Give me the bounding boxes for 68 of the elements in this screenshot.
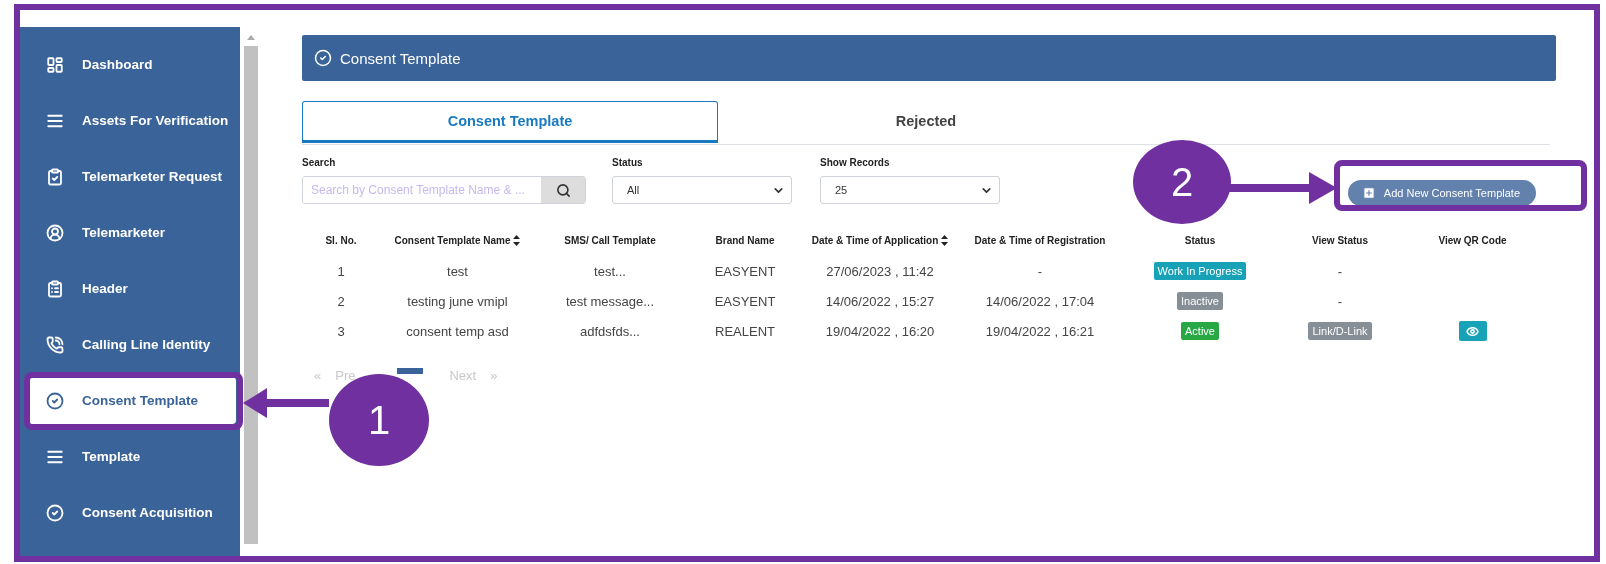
page-number-button[interactable] [397,368,424,374]
column-header: SMS/ Call Template [563,233,657,248]
search-button[interactable] [541,177,585,203]
field-label: Show Records [820,157,891,168]
tab[interactable]: Rejected [718,101,1134,144]
check-circle-icon [46,503,64,522]
clipboard-icon [46,279,64,298]
table-cell: - [1037,263,1043,279]
table-cell: test message... [565,293,655,309]
search-field[interactable]: Search by Consent Template Name & ... [302,176,586,204]
column-header: Brand Name [714,233,776,248]
sidebar-item[interactable]: Header [24,265,236,312]
column-header: Date & Time of Registration [973,233,1107,248]
check-circle-icon [46,391,64,410]
table-cell: test [447,263,468,279]
link-badge[interactable]: Link/D-Link [1308,322,1372,340]
scrollbar[interactable] [244,46,258,544]
view-qr-button[interactable] [1458,321,1487,341]
sidebar-item[interactable]: Telemarketer Request [24,153,236,200]
status-select[interactable]: All [612,176,792,204]
check-circle-icon [314,49,332,67]
sidebar-item[interactable]: Assets For Verification [24,97,236,144]
table-cell: 14/06/2022 , 17:04 [985,293,1095,309]
sidebar-item[interactable]: Dashboard [24,41,236,88]
table-cell: 2 [337,293,345,309]
field-label: Search [302,157,337,168]
phone-icon [46,335,64,354]
callout-number: 2 [1133,140,1231,224]
tab[interactable]: Consent Template [302,101,718,143]
table-cell: 14/06/2022 , 15:27 [825,293,935,309]
column-header[interactable]: Consent Template Name [380,224,535,256]
column-header: View QR Code [1437,233,1508,248]
eye-icon [1466,324,1479,338]
column-header[interactable]: Date & Time of Application [805,224,955,256]
table-cell: consent temp asd [406,323,509,339]
status-badge: Inactive [1177,292,1223,310]
sidebar-item[interactable]: Telemarketer [24,209,236,256]
status-badge: Active [1181,322,1219,340]
table-cell: adfdsfds... [580,323,640,339]
table-cell: EASYENT [714,263,776,279]
plus-icon [1361,186,1376,200]
column-header: Status [1183,233,1217,248]
table-cell: - [1337,293,1343,309]
table-cell: 3 [337,323,345,339]
table-cell: 1 [337,263,345,279]
sidebar-item[interactable]: Template [24,433,236,480]
table-cell: 27/06/2023 , 11:42 [826,263,934,279]
dashboard-icon [46,55,64,74]
records-select[interactable]: 25 [820,176,1000,204]
scroll-up-icon[interactable] [247,35,255,40]
table-cell: 19/04/2022 , 16:21 [985,323,1095,339]
table-cell: - [1337,263,1343,279]
table-cell: 19/04/2022 , 16:20 [825,323,935,339]
sidebar-item[interactable]: Calling Line Identity [24,321,236,368]
clipboard-check-icon [46,167,64,186]
table-cell: EASYENT [714,293,776,309]
table-cell: test... [594,263,626,279]
table-cell: REALENT [715,323,775,339]
field-label: Status [612,157,644,168]
sidebar-item[interactable]: Consent Acquisition [24,489,236,536]
search-icon [555,182,571,198]
user-icon [46,223,64,242]
column-header: View Status [1311,233,1369,248]
table-cell: testing june vmipl [407,293,508,309]
status-badge: Work In Progress [1153,262,1247,280]
page-title: Consent Template [340,49,461,67]
add-button[interactable]: Add New Consent Template [1347,180,1536,206]
column-header: Sl. No. [324,233,358,248]
